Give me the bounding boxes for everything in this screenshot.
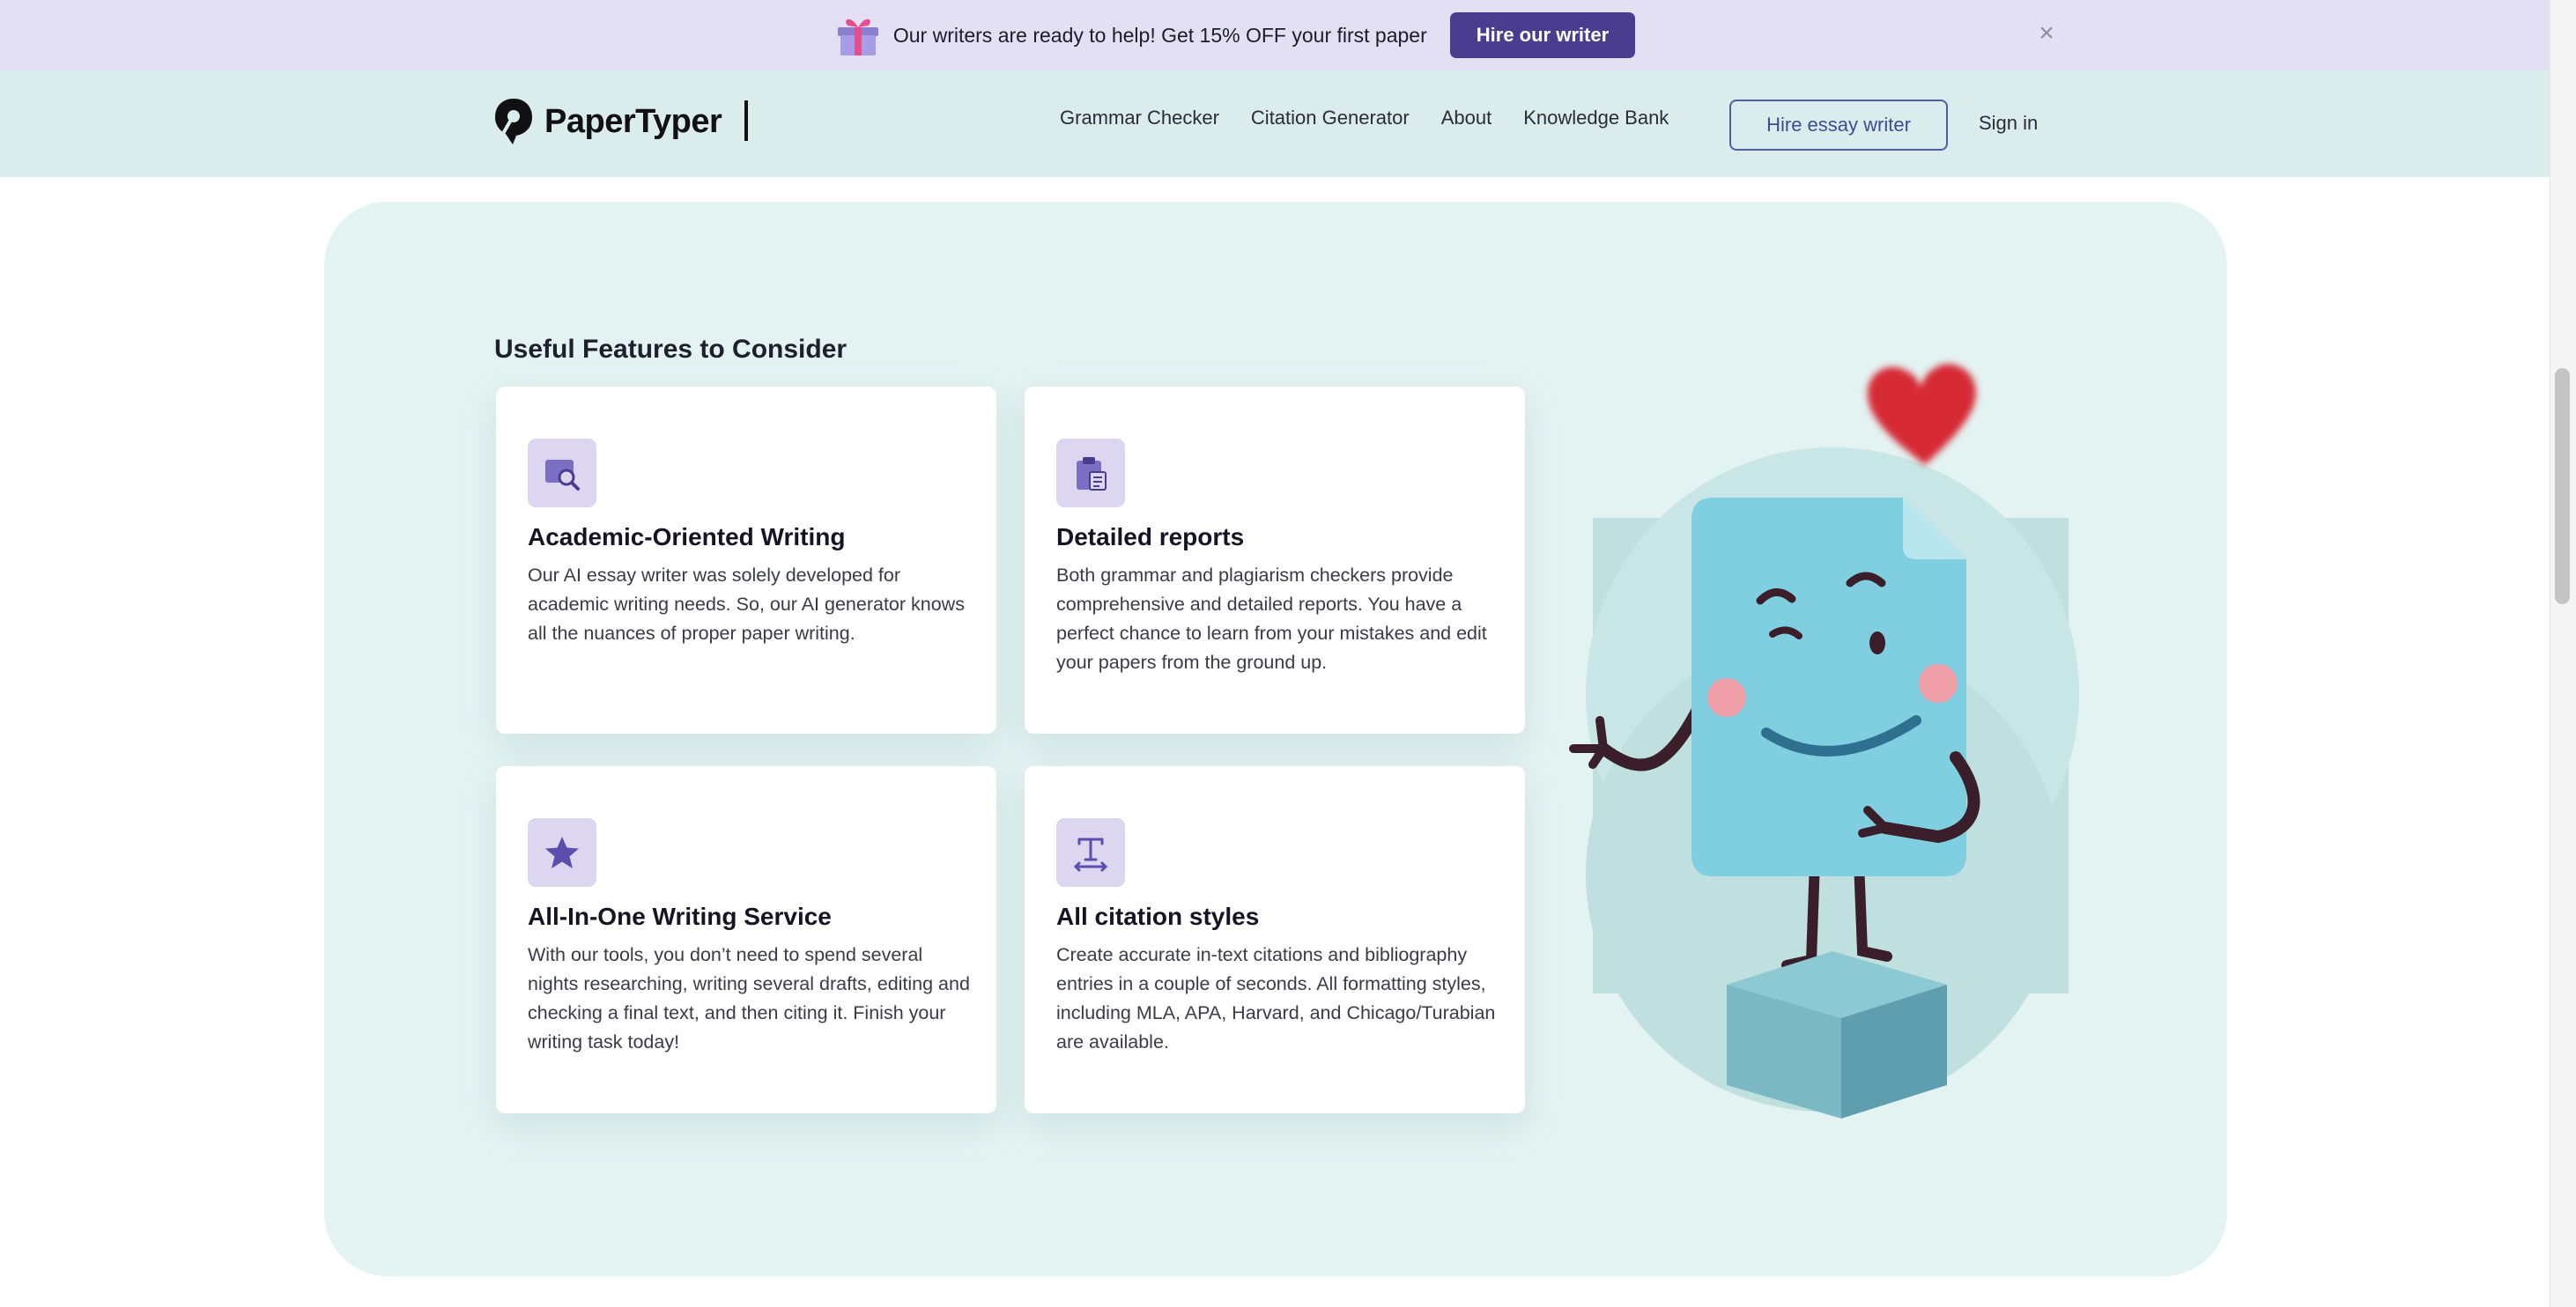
feature-card: Detailed reports Both grammar and plagia… bbox=[1025, 387, 1525, 734]
text-format-icon bbox=[1056, 818, 1125, 887]
sign-in-link[interactable]: Sign in bbox=[1979, 112, 2038, 135]
site-header: PaperTyper Grammar Checker Citation Gene… bbox=[0, 70, 2550, 177]
gift-icon bbox=[837, 18, 878, 55]
promo-content: Our writers are ready to help! Get 15% O… bbox=[835, 12, 1636, 58]
scrollbar-thumb[interactable] bbox=[2555, 368, 2570, 604]
clipboard-icon bbox=[1056, 439, 1125, 507]
logo[interactable]: PaperTyper bbox=[493, 97, 722, 146]
main-nav: Grammar Checker Citation Generator About… bbox=[1060, 107, 1700, 129]
star-icon bbox=[528, 818, 596, 887]
section-title: Useful Features to Consider bbox=[494, 335, 848, 364]
nav-knowledge-bank[interactable]: Knowledge Bank bbox=[1523, 107, 1669, 129]
card-text: With our tools, you don’t need to spend … bbox=[528, 944, 970, 1052]
card-text: Our AI essay writer was solely developed… bbox=[528, 565, 965, 644]
scrollbar-track[interactable] bbox=[2550, 0, 2576, 1307]
mascot-illustration bbox=[1569, 364, 2079, 1119]
feature-card: All-In-One Writing Service With our tool… bbox=[496, 766, 996, 1113]
close-icon[interactable]: × bbox=[2036, 20, 2057, 47]
nav-about[interactable]: About bbox=[1441, 107, 1492, 129]
logo-mark-icon bbox=[495, 99, 532, 144]
search-document-icon bbox=[528, 439, 596, 507]
heart-icon bbox=[1867, 364, 1976, 465]
promo-banner: Our writers are ready to help! Get 15% O… bbox=[0, 0, 2550, 70]
promo-message: Our writers are ready to help! Get 15% O… bbox=[892, 23, 1427, 47]
card-title: All-In-One Writing Service bbox=[528, 903, 832, 930]
feature-card: Academic-Oriented Writing Our AI essay w… bbox=[496, 387, 996, 734]
card-text: Both grammar and plagiarism checkers pro… bbox=[1056, 565, 1487, 673]
logo-divider bbox=[744, 100, 748, 141]
hire-essay-writer-button[interactable]: Hire essay writer bbox=[1729, 100, 1948, 151]
feature-card: All citation styles Create accurate in-t… bbox=[1025, 766, 1525, 1113]
nav-citation-generator[interactable]: Citation Generator bbox=[1251, 107, 1410, 129]
logo-text: PaperTyper bbox=[544, 102, 722, 140]
card-title: Detailed reports bbox=[1056, 523, 1245, 550]
card-text: Create accurate in-text citations and bi… bbox=[1056, 944, 1496, 1052]
hire-our-writer-button[interactable]: Hire our writer bbox=[1449, 12, 1636, 58]
card-title: All citation styles bbox=[1056, 903, 1260, 930]
card-title: Academic-Oriented Writing bbox=[528, 523, 846, 550]
nav-grammar-checker[interactable]: Grammar Checker bbox=[1060, 107, 1219, 129]
